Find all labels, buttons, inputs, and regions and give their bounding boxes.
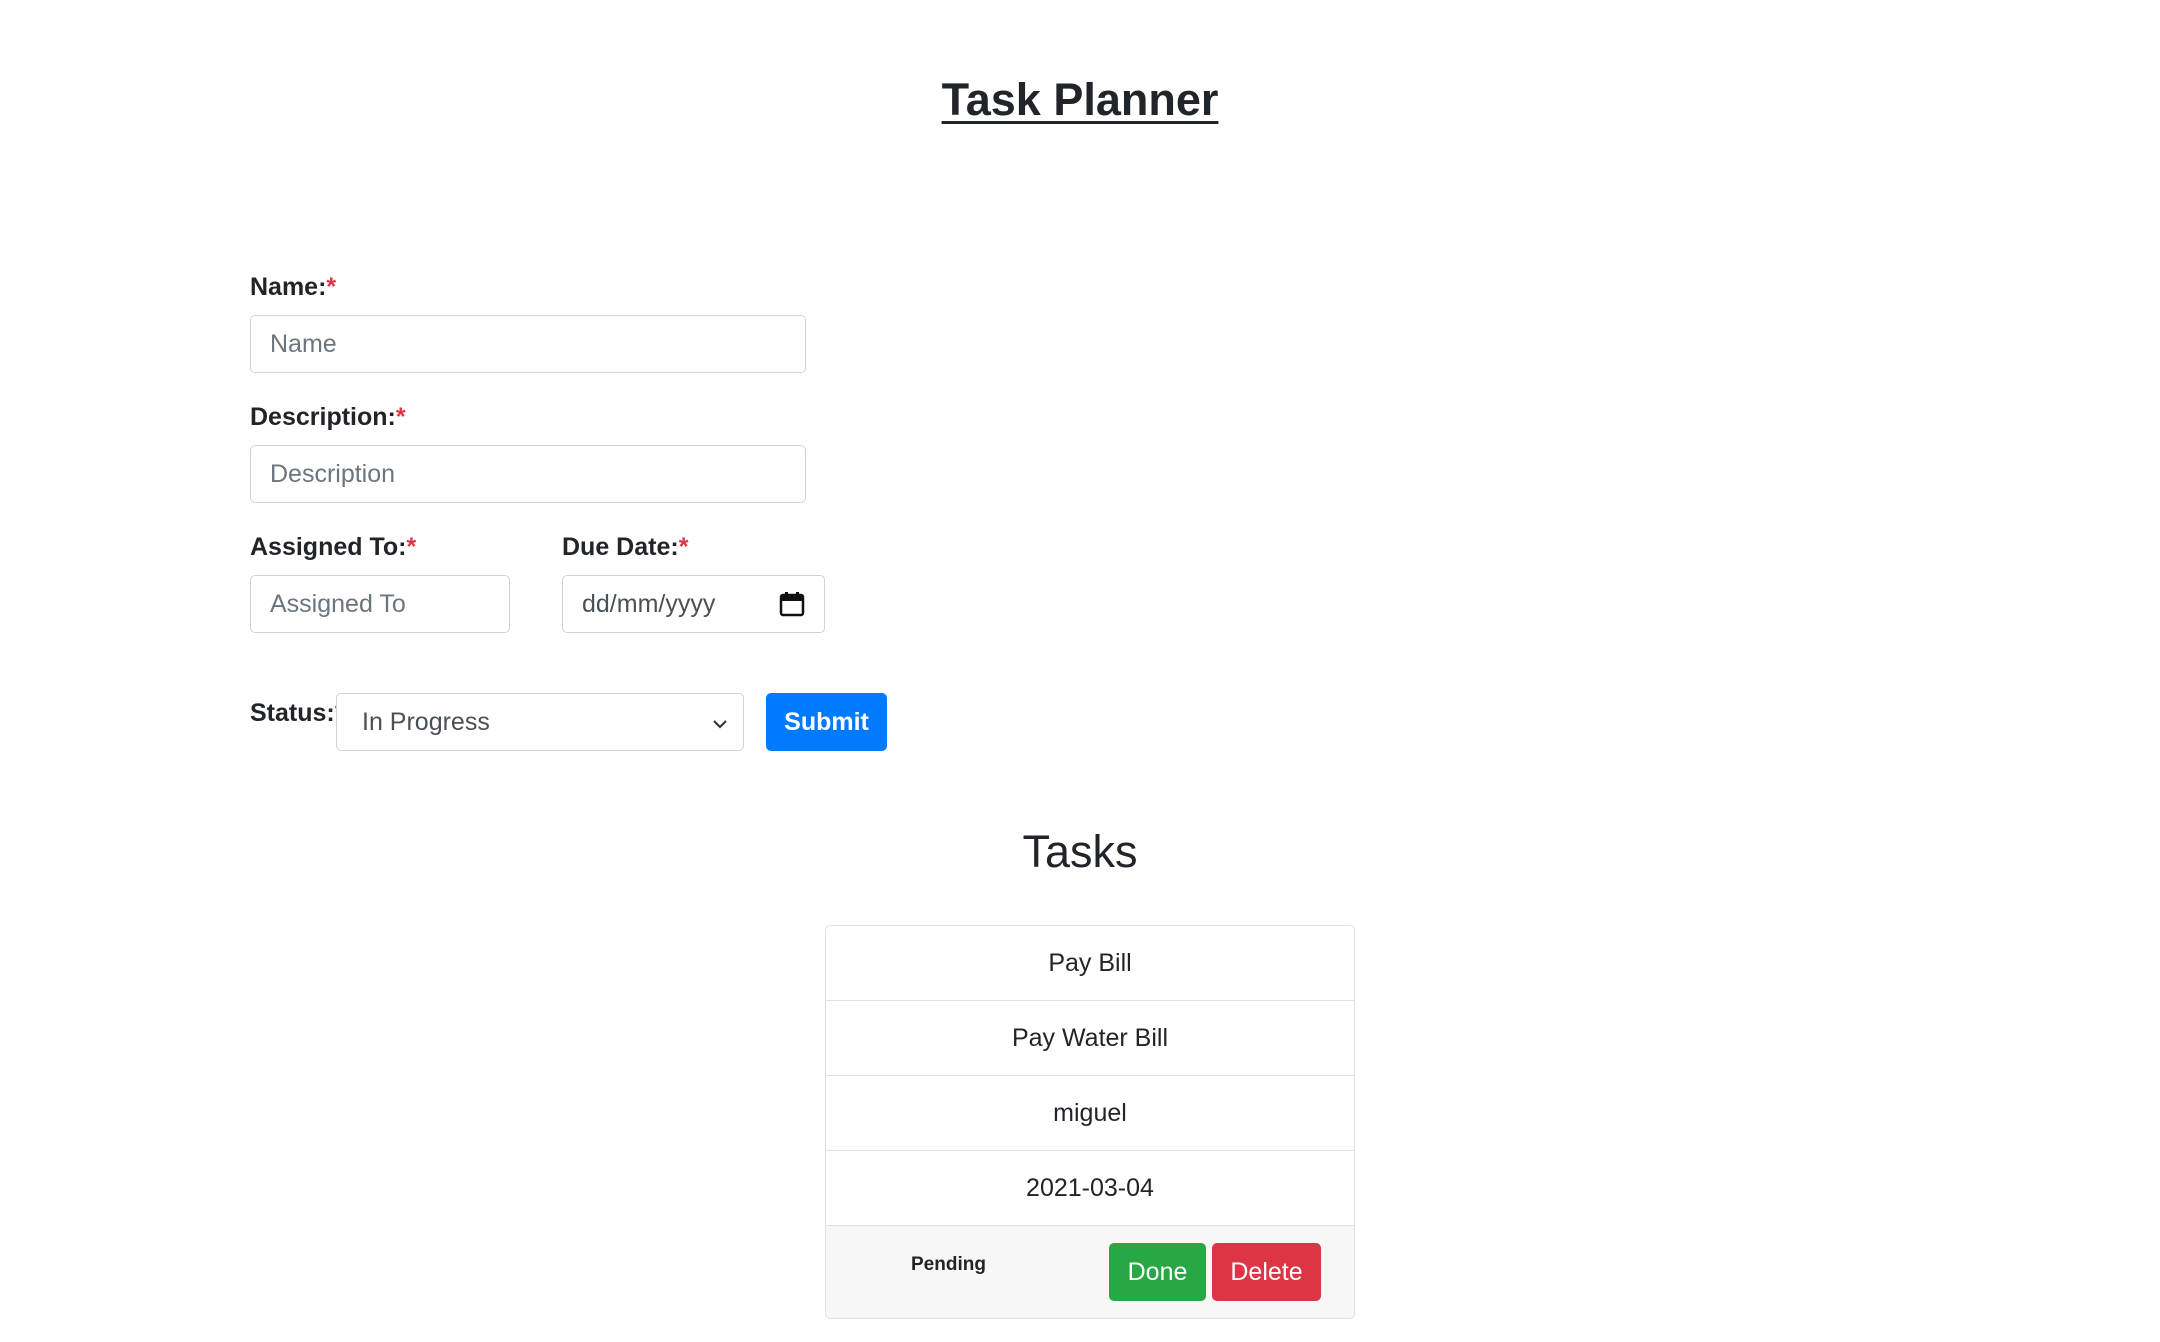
assigned-to-label: Assigned To:* (250, 532, 416, 562)
task-due-date: 2021-03-04 (826, 1151, 1354, 1226)
status-select[interactable]: In Progress (336, 693, 744, 751)
description-required-mark: * (395, 403, 406, 431)
task-card: Pay Bill Pay Water Bill miguel 2021-03-0… (825, 925, 1355, 1319)
page-title: Task Planner (0, 70, 2160, 130)
description-input[interactable] (250, 445, 806, 503)
task-planner-page: Task Planner Name:* Description:* Assign… (0, 0, 2160, 1342)
description-label-text: Description: (250, 403, 396, 431)
assigned-to-label-text: Assigned To: (250, 533, 407, 561)
task-footer: Pending Done Delete (826, 1226, 1354, 1318)
calendar-icon[interactable] (779, 591, 805, 617)
delete-button[interactable]: Delete (1212, 1243, 1321, 1301)
task-name: Pay Bill (826, 926, 1354, 1001)
description-label: Description:* (250, 402, 406, 432)
assigned-to-input[interactable] (250, 575, 510, 633)
chevron-down-icon (711, 708, 729, 737)
submit-button[interactable]: Submit (766, 693, 887, 751)
name-label: Name:* (250, 272, 336, 302)
name-required-mark: * (326, 273, 337, 301)
status-selected-value: In Progress (362, 707, 490, 736)
due-date-label: Due Date:* (562, 532, 688, 562)
due-date-placeholder: dd/mm/yyyy (582, 589, 716, 618)
done-button[interactable]: Done (1109, 1243, 1206, 1301)
due-date-input[interactable]: dd/mm/yyyy (562, 575, 825, 633)
assigned-to-required-mark: * (406, 533, 417, 561)
task-assigned-to: miguel (826, 1076, 1354, 1151)
name-label-text: Name: (250, 273, 327, 301)
task-description: Pay Water Bill (826, 1001, 1354, 1076)
task-status: Pending (911, 1254, 986, 1275)
tasks-heading: Tasks (1022, 826, 1138, 877)
status-label: Status:* (250, 698, 344, 728)
status-label-text: Status: (250, 699, 335, 727)
due-date-required-mark: * (678, 533, 689, 561)
due-date-label-text: Due Date: (562, 533, 679, 561)
name-input[interactable] (250, 315, 806, 373)
page-title-text: Task Planner (941, 74, 1219, 125)
